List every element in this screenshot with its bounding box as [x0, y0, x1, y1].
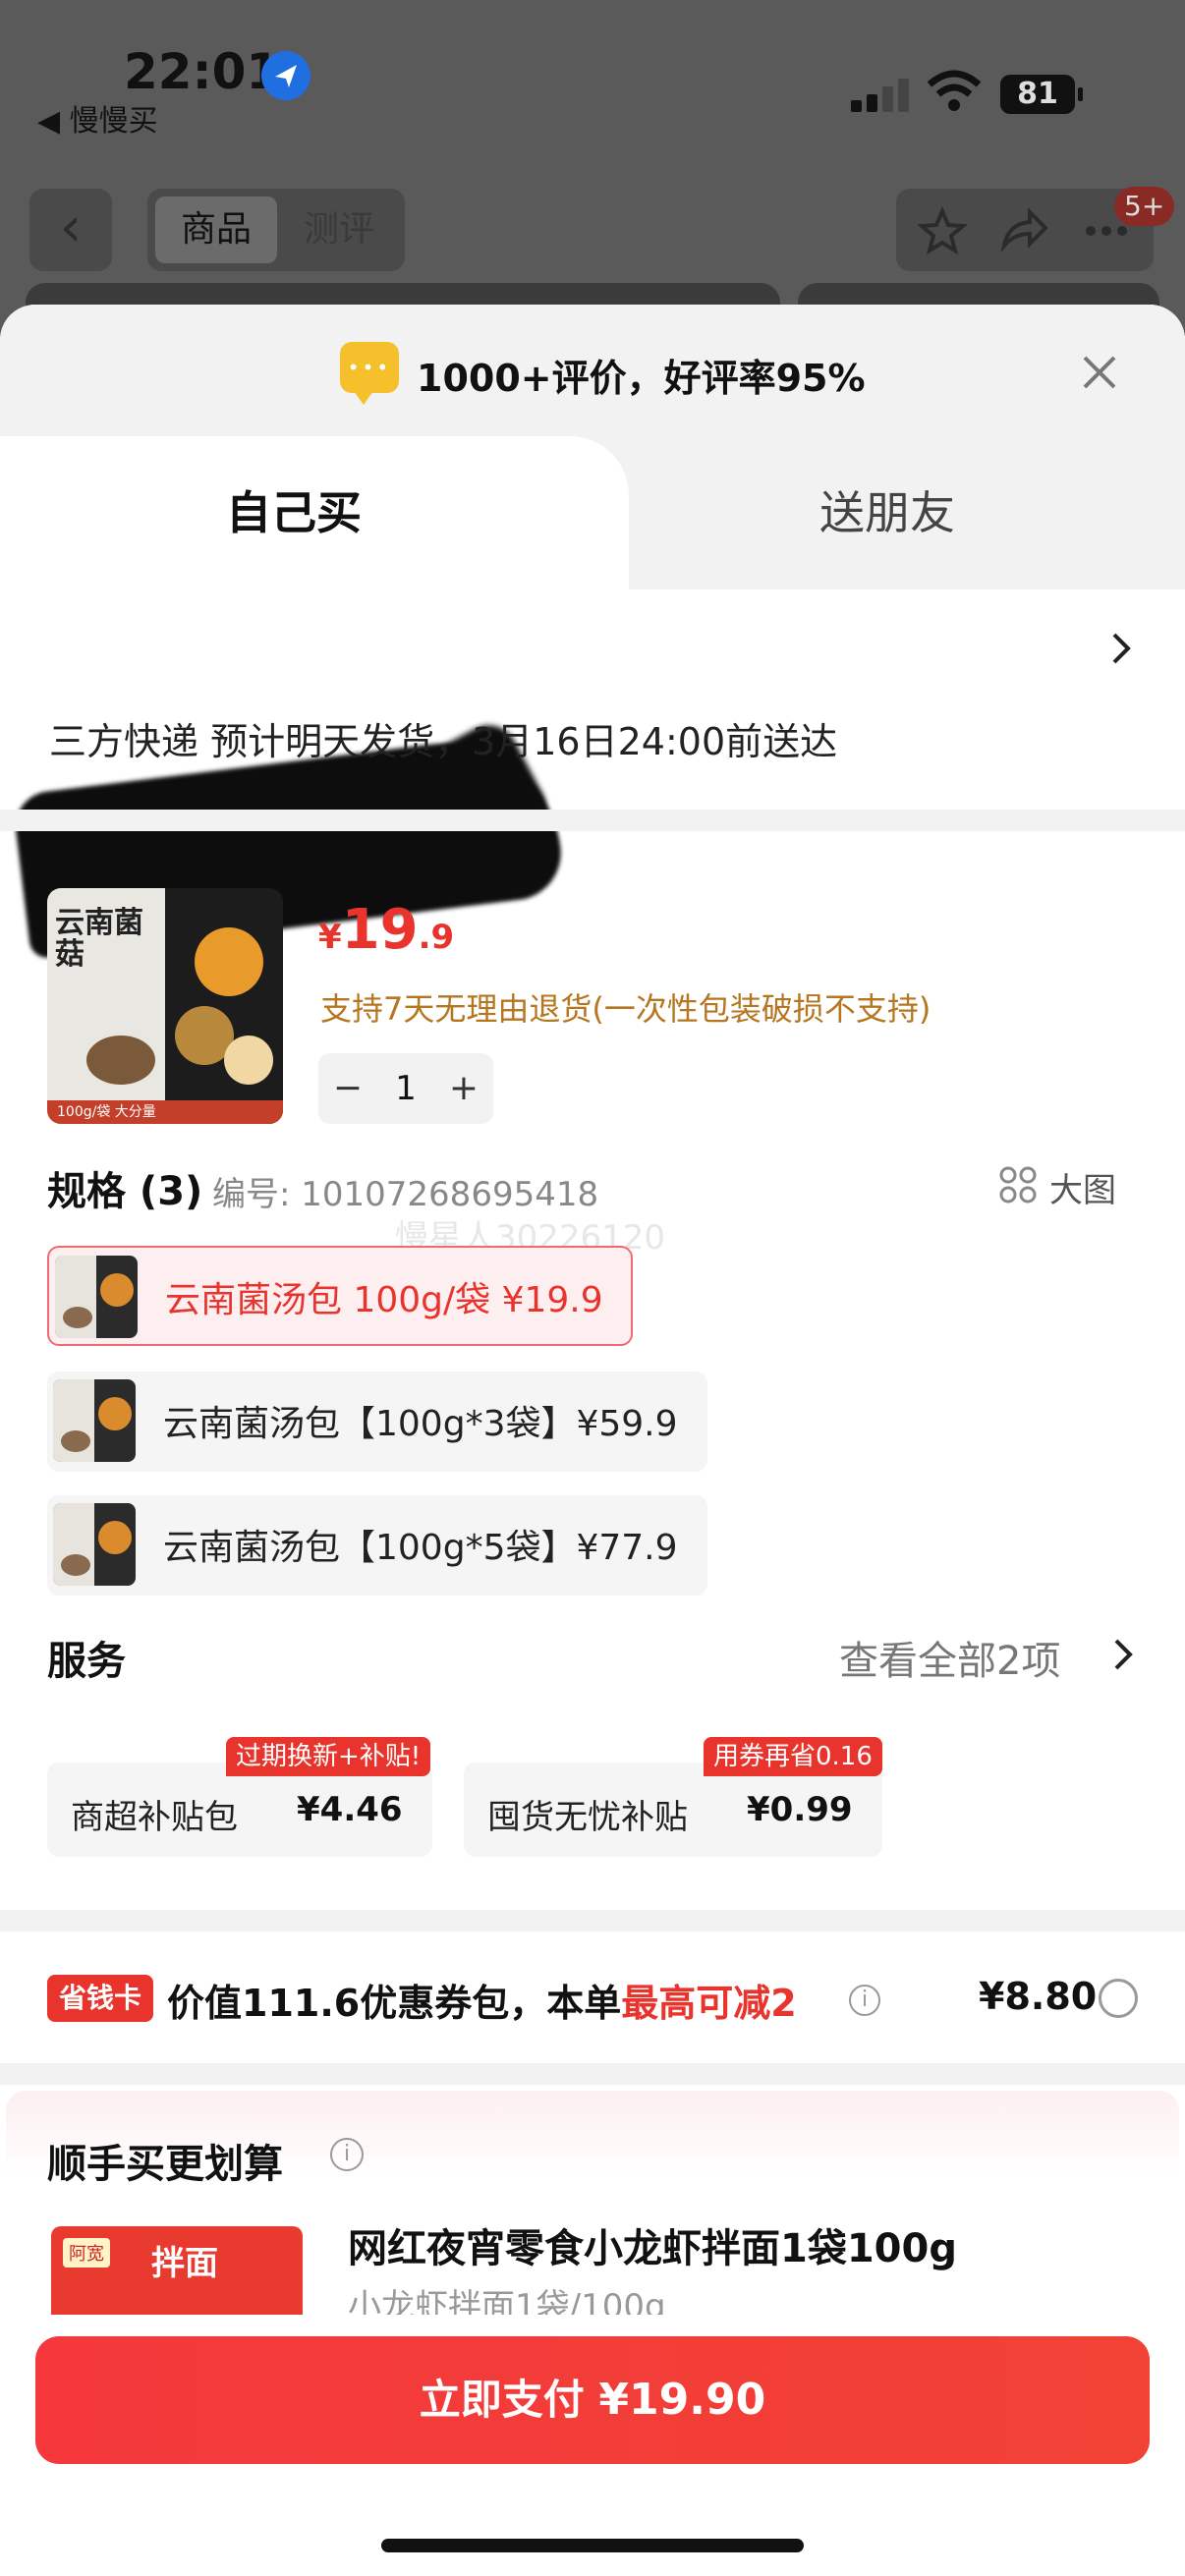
service-price: ¥4.46	[297, 1790, 403, 1829]
spec-code: 编号: 10107268695418	[212, 1175, 599, 1214]
product-image-title: 云南菌菇	[55, 906, 143, 972]
back-chevron-icon[interactable]: ‹	[29, 189, 112, 271]
status-bar: 22:01 ◀ 慢慢买 81	[0, 0, 1185, 147]
product-image[interactable]: 云南菌菇 100g/袋 大分量	[47, 888, 283, 1124]
wifi-icon	[926, 69, 983, 112]
spec-option-thumb	[55, 1256, 138, 1338]
section-divider	[0, 2063, 1185, 2085]
location-arrow-icon	[261, 51, 310, 100]
tab-gift-label[interactable]: 送朋友	[819, 477, 955, 542]
home-indicator	[381, 2539, 804, 2552]
section-divider	[0, 810, 1185, 831]
service-title: 服务	[47, 1639, 126, 1684]
spec-option-2[interactable]: 云南菌汤包【100g*3袋】¥59.9	[47, 1372, 707, 1472]
star-icon[interactable]	[918, 206, 967, 255]
sheet-header: ••• 1000+评价，好评率95%	[0, 305, 1185, 452]
signal-icon	[851, 77, 910, 112]
quantity-increase-button[interactable]: +	[438, 1059, 489, 1118]
service-name: 囤货无忧补贴	[487, 1798, 688, 1837]
quantity-stepper: − 1 +	[318, 1053, 493, 1124]
product-image-footer: 100g/袋 大分量	[47, 1100, 283, 1124]
checkout-sheet: ••• 1000+评价，好评率95% 自己买 送朋友 三方快递 预计明天发货，3…	[0, 305, 1185, 2576]
battery-icon: 81	[1000, 75, 1083, 114]
section-divider	[0, 1910, 1185, 1932]
spec-option-1[interactable]: 云南菌汤包 100g/袋 ¥19.9	[47, 1246, 633, 1346]
close-icon[interactable]	[1075, 348, 1124, 397]
status-time: 22:01	[124, 43, 281, 100]
pay-now-button[interactable]: 立即支付 ¥19.90	[35, 2336, 1150, 2464]
grid-icon[interactable]	[998, 1165, 1038, 1204]
spec-option-3[interactable]: 云南菌汤包【100g*5袋】¥77.9	[47, 1495, 707, 1596]
spec-option-label: 云南菌汤包【100g*3袋】¥59.9	[163, 1404, 678, 1444]
service-price: ¥0.99	[747, 1790, 853, 1829]
service-view-all[interactable]: 查看全部2项	[839, 1629, 1060, 1686]
upsell-product-name[interactable]: 网红夜宵零食小龙虾拌面1袋100g	[348, 2216, 957, 2273]
chevron-right-icon[interactable]	[1106, 629, 1136, 668]
page-segment-control: 商品 测评	[147, 189, 405, 271]
tab-review[interactable]: 测评	[281, 196, 397, 263]
chevron-right-icon[interactable]	[1108, 1635, 1138, 1674]
money-card-tag: 省钱卡	[47, 1975, 154, 2022]
info-icon[interactable]: i	[330, 2138, 364, 2171]
spec-option-thumb	[53, 1503, 136, 1586]
product-price: ¥19.9	[318, 898, 455, 962]
info-icon[interactable]: i	[849, 1985, 880, 2016]
share-icon[interactable]	[998, 206, 1049, 255]
upsell-title: 顺手买更划算	[47, 2142, 283, 2187]
service-badge: 过期换新+补贴!	[226, 1737, 431, 1776]
service-badge: 用券再省0.16	[704, 1737, 882, 1776]
big-image-button[interactable]: 大图	[1049, 1163, 1116, 1211]
service-name: 商超补贴包	[71, 1798, 238, 1837]
money-card-text: 价值111.6优惠券包，本单最高可减2	[167, 1982, 797, 2025]
radio-icon[interactable]	[1099, 1979, 1138, 2018]
review-summary: 1000+评价，好评率95%	[417, 357, 866, 400]
upsell-product-image[interactable]: 阿宽 拌面	[51, 2226, 303, 2315]
return-policy: 支持7天无理由退货(一次性包装破损不支持)	[320, 990, 931, 1028]
spec-option-label: 云南菌汤包【100g*5袋】¥77.9	[163, 1528, 678, 1568]
service-card-2[interactable]: 囤货无忧补贴 ¥0.99	[464, 1763, 882, 1857]
delivery-estimate: 三方快递 预计明天发货，3月16日24:00前送达	[49, 720, 838, 763]
tab-product[interactable]: 商品	[155, 196, 277, 263]
tab-self-buy-label[interactable]: 自己买	[226, 477, 362, 542]
cart-count-badge: 5+	[1114, 187, 1175, 226]
money-card-price: ¥8.80	[979, 1975, 1098, 2018]
quantity-decrease-button[interactable]: −	[322, 1059, 373, 1118]
quantity-value[interactable]: 1	[373, 1059, 438, 1118]
back-to-app-link[interactable]: ◀ 慢慢买	[37, 96, 158, 140]
review-bubble-icon: •••	[340, 342, 399, 405]
spec-option-label: 云南菌汤包 100g/袋 ¥19.9	[165, 1280, 603, 1320]
spec-title: 规格 (3)	[47, 1169, 203, 1214]
spec-option-thumb	[53, 1379, 136, 1462]
service-card-1[interactable]: 商超补贴包 ¥4.46	[47, 1763, 432, 1857]
